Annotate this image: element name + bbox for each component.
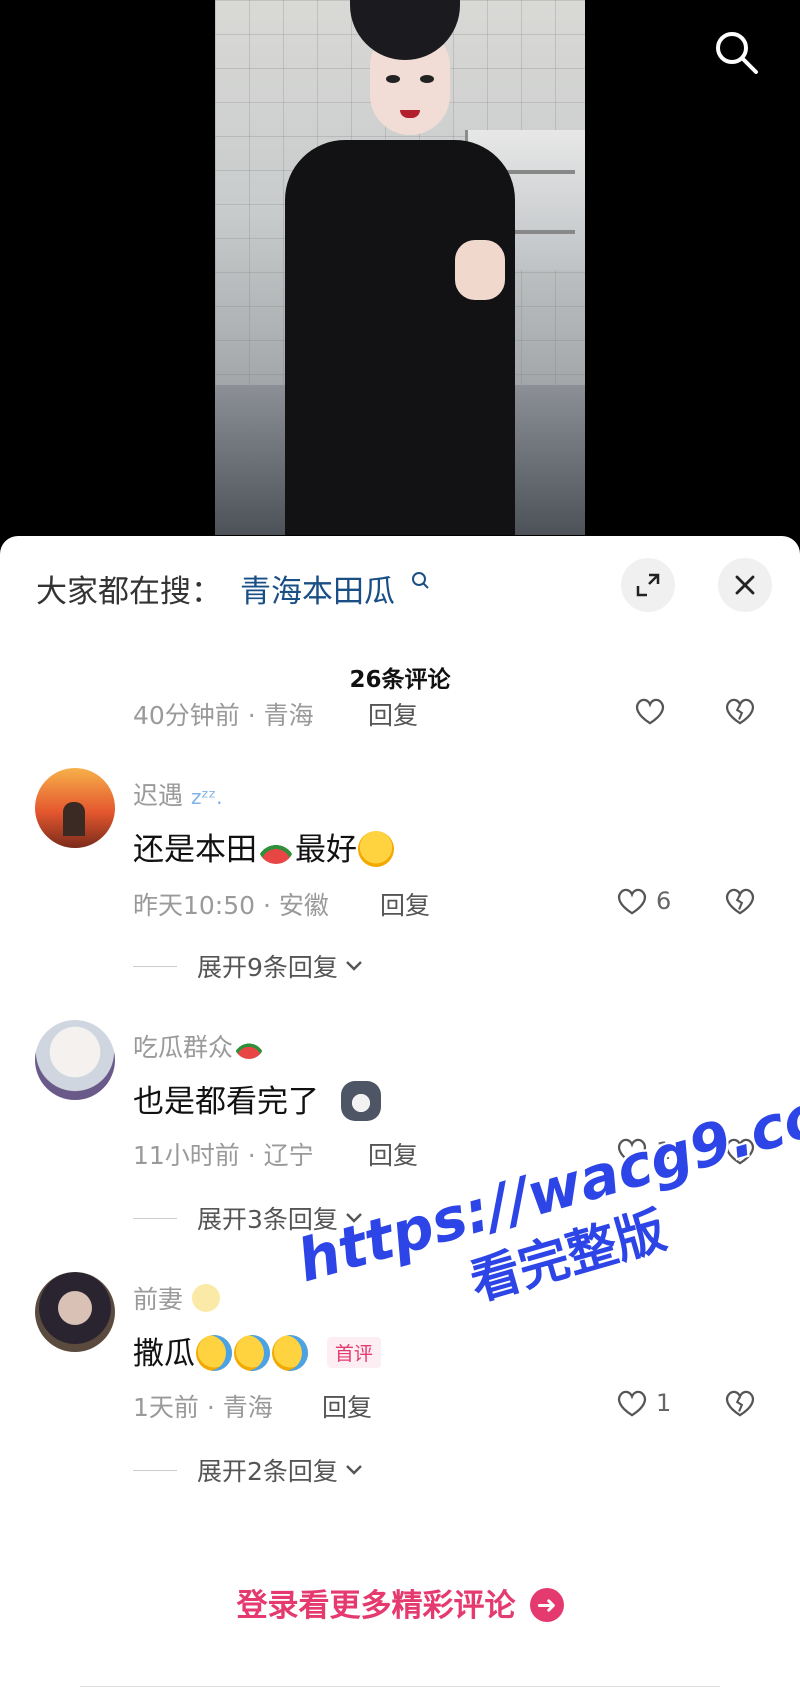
search-icon	[716, 32, 758, 74]
crying-laughing-emoji-icon	[196, 1334, 232, 1371]
reply-button[interactable]: 回复	[322, 1388, 372, 1424]
search-button[interactable]	[712, 28, 762, 78]
expand-replies-label: 展开2条回复	[197, 1457, 338, 1486]
username-text: 吃瓜群众	[133, 1033, 234, 1062]
avatar[interactable]	[35, 1020, 115, 1100]
mouth	[400, 110, 420, 118]
comment-meta: 11小时前 · 辽宁	[133, 1141, 314, 1170]
like-button[interactable]: 1	[614, 1388, 671, 1418]
dislike-button[interactable]	[722, 696, 758, 730]
comment-username[interactable]: 前妻	[133, 1280, 221, 1316]
expand-replies-button[interactable]: 展开2条回复	[133, 1452, 366, 1488]
arrow-right-icon: ➜	[529, 1587, 564, 1622]
hand-gesture	[455, 240, 505, 300]
comment-meta: 1天前 · 青海	[133, 1393, 273, 1422]
like-button[interactable]	[632, 696, 668, 726]
laughing-emoji-icon	[358, 830, 394, 867]
comment-username[interactable]: 吃瓜群众	[133, 1028, 265, 1064]
wolf-emoji-icon	[340, 1080, 381, 1121]
dislike-button[interactable]	[722, 1388, 758, 1422]
sleep-zzz-icon: zᶻᶻ.	[190, 785, 223, 809]
comment-username[interactable]: 迟遇 zᶻᶻ.	[133, 776, 222, 812]
comment-text: 也是都看完了	[133, 1076, 382, 1124]
right-eye	[420, 75, 434, 83]
comment-text: 还是本田 最好	[133, 824, 395, 870]
video-frame[interactable]	[215, 0, 585, 535]
close-icon	[735, 575, 755, 595]
watermelon-emoji-icon	[258, 843, 294, 864]
avatar[interactable]	[35, 1272, 115, 1352]
avatar[interactable]	[35, 768, 115, 848]
comments-count: 26条评论	[349, 667, 451, 693]
comment-text-part: 也是都看完了	[133, 1084, 319, 1120]
suggested-search-bar: 大家都在搜： 青海本田瓜	[0, 536, 800, 630]
comment-text-part: 撒瓜	[133, 1336, 195, 1372]
comment-meta: 昨天10:50 · 安徽	[133, 891, 329, 920]
bottom-divider	[80, 1686, 720, 1692]
watermelon-emoji-icon	[234, 1043, 265, 1059]
reply-button[interactable]: 回复	[368, 1136, 418, 1172]
broken-heart-icon	[725, 698, 755, 725]
suggested-search-term[interactable]: 青海本田瓜	[240, 566, 395, 611]
login-more-comments-button[interactable]: 登录看更多精彩评论 ➜	[0, 1580, 800, 1625]
like-count: 1	[656, 1389, 672, 1417]
like-count: 6	[656, 887, 672, 915]
broken-heart-icon	[725, 888, 755, 915]
login-more-label: 登录看更多精彩评论	[236, 1588, 516, 1624]
dislike-button[interactable]	[722, 886, 758, 920]
username-text: 迟遇	[133, 781, 184, 810]
broken-heart-icon	[725, 1390, 755, 1417]
left-eye	[386, 75, 400, 83]
expand-button[interactable]	[621, 558, 675, 612]
chevron-down-icon	[346, 1465, 362, 1475]
black-shirt	[285, 140, 515, 535]
divider-line	[133, 1217, 177, 1219]
reply-button[interactable]: 回复	[380, 886, 430, 922]
crying-laughing-emoji-icon	[234, 1334, 270, 1371]
heart-icon	[617, 888, 647, 915]
search-prompt-label: 大家都在搜：	[36, 574, 222, 610]
divider-line	[133, 965, 177, 967]
close-button[interactable]	[718, 558, 772, 612]
chevron-down-icon	[346, 961, 362, 971]
heart-icon	[617, 1390, 647, 1417]
expand-replies-label: 展开9条回复	[197, 953, 338, 982]
video-subject	[255, 0, 545, 535]
divider-line	[133, 1469, 177, 1471]
comment-text-part: 最好	[295, 832, 357, 868]
comment-meta: 40分钟前 · 青海	[133, 701, 314, 730]
search-icon	[412, 572, 429, 589]
like-button[interactable]: 6	[614, 886, 671, 916]
username-text: 前妻	[133, 1285, 184, 1314]
shy-emoji-icon	[191, 1284, 220, 1312]
comment-text-part: 还是本田	[133, 832, 257, 868]
expand-icon	[636, 573, 660, 597]
video-player[interactable]	[0, 0, 800, 560]
avatar-figure	[63, 802, 85, 836]
reply-button[interactable]: 回复	[368, 696, 418, 732]
heart-icon	[635, 698, 665, 725]
expand-replies-button[interactable]: 展开9条回复	[133, 948, 366, 984]
crying-laughing-emoji-icon	[272, 1334, 308, 1371]
